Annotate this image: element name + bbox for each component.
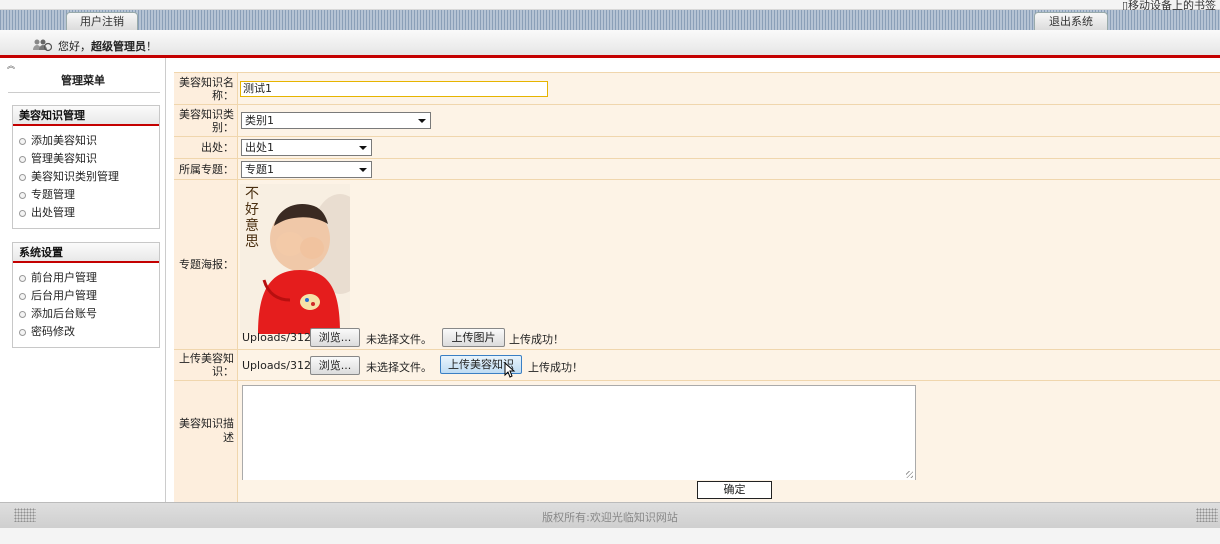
knowledge-no-file-text: 未选择文件。 <box>366 361 432 374</box>
upload-image-button[interactable]: 上传图片 <box>442 328 505 347</box>
category-select[interactable]: 类别1 <box>241 112 431 129</box>
bullet-icon <box>19 210 26 217</box>
sidebar-item-front-users[interactable]: 前台用户管理 <box>19 269 159 287</box>
bullet-icon <box>19 329 26 336</box>
poster-no-file-text: 未选择文件。 <box>366 333 432 346</box>
form-content: 美容知识名称： 测试1 美容知识类别： 类别1 出处： 出处1 所属专题： 专题… <box>174 72 1220 502</box>
submit-row: 确定 <box>174 480 1220 502</box>
topic-label: 所属专题： <box>174 159 238 179</box>
chevron-down-icon <box>359 168 367 172</box>
logout-tab[interactable]: 用户注销 <box>66 12 138 30</box>
knowledge-upload-label: 上传美容知识： <box>174 350 238 380</box>
bullet-icon <box>19 311 26 318</box>
welcome-bar: 您好，超级管理员！ <box>0 30 1220 58</box>
sidebar-item-category-manage[interactable]: 美容知识类别管理 <box>19 168 159 186</box>
name-row: 美容知识名称： 测试1 <box>174 72 1220 105</box>
top-tab-strip: 用户注销 退出系统 <box>0 10 1220 30</box>
username: 超级管理员 <box>91 40 146 53</box>
bottom-strip <box>0 528 1220 544</box>
sidebar-item-change-password[interactable]: 密码修改 <box>19 323 159 341</box>
topic-select[interactable]: 专题1 <box>241 161 372 178</box>
exit-system-tab[interactable]: 退出系统 <box>1034 12 1108 30</box>
poster-label: 专题海报： <box>174 180 238 349</box>
name-label: 美容知识名称： <box>174 73 238 104</box>
knowledge-upload-status: 上传成功！ <box>528 361 583 374</box>
topic-row: 所属专题： 专题1 <box>174 159 1220 180</box>
users-icon <box>33 39 52 52</box>
resize-grip-icon[interactable] <box>906 471 913 478</box>
chevron-down-icon <box>418 119 426 123</box>
bullet-icon <box>19 174 26 181</box>
knowledge-path-text: Uploads/3121 <box>242 359 318 372</box>
copyright-text: 版权所有:欢迎光临知识网站 <box>542 511 678 524</box>
submit-button[interactable]: 确定 <box>697 481 772 499</box>
sidebar-item-add-knowledge[interactable]: 添加美容知识 <box>19 132 159 150</box>
category-label: 美容知识类别： <box>174 105 238 136</box>
source-row: 出处： 出处1 <box>174 137 1220 159</box>
name-input[interactable]: 测试1 <box>240 81 548 97</box>
welcome-text: 您好，超级管理员！ <box>58 40 157 53</box>
poster-path-text: Uploads/3121 <box>242 331 318 344</box>
source-select[interactable]: 出处1 <box>241 139 372 156</box>
panel-title: 美容知识管理 <box>13 106 159 126</box>
knowledge-browse-button[interactable]: 浏览... <box>310 356 360 375</box>
source-label: 出处： <box>174 137 238 158</box>
grip-dots-icon <box>1196 508 1218 522</box>
knowledge-upload-row: 上传美容知识： Uploads/3121 浏览... 未选择文件。 上传美容知识… <box>174 350 1220 381</box>
bullet-icon <box>19 192 26 199</box>
sidebar-item-back-users[interactable]: 后台用户管理 <box>19 287 159 305</box>
poster-image: 不好意思 <box>240 184 350 334</box>
bullet-icon <box>19 138 26 145</box>
chevron-down-icon <box>359 146 367 150</box>
description-textarea[interactable] <box>242 385 916 481</box>
sidebar-item-manage-knowledge[interactable]: 管理美容知识 <box>19 150 159 168</box>
category-row: 美容知识类别： 类别1 <box>174 105 1220 137</box>
system-settings-panel: 系统设置 前台用户管理 后台用户管理 添加后台账号 密码修改 <box>12 242 160 348</box>
footer: 版权所有:欢迎光临知识网站 <box>0 502 1220 528</box>
poster-browse-button[interactable]: 浏览... <box>310 328 360 347</box>
bullet-icon <box>19 156 26 163</box>
collapse-icon[interactable]: ︽ <box>7 60 15 71</box>
poster-upload-status: 上传成功！ <box>509 333 564 346</box>
sidebar-item-add-admin[interactable]: 添加后台账号 <box>19 305 159 323</box>
bullet-icon <box>19 275 26 282</box>
sidebar-item-topic-manage[interactable]: 专题管理 <box>19 186 159 204</box>
sidebar-item-source-manage[interactable]: 出处管理 <box>19 204 159 222</box>
sidebar-title: 管理菜单 <box>61 74 105 87</box>
description-label: 美容知识描述 <box>174 381 238 480</box>
browser-bookmark-bar: ▯移动设备上的书签 <box>0 0 1220 12</box>
left-sidebar: ︽ 管理菜单 美容知识管理 添加美容知识 管理美容知识 美容知识类别管理 专题管… <box>0 58 166 502</box>
panel-title: 系统设置 <box>13 243 159 263</box>
sidebar-divider <box>8 92 160 93</box>
poster-row: 专题海报： 不好意思 Uploads/3121 浏览... 未选择文件。 上传图… <box>174 180 1220 350</box>
description-row: 美容知识描述 <box>174 381 1220 481</box>
beauty-knowledge-panel: 美容知识管理 添加美容知识 管理美容知识 美容知识类别管理 专题管理 出处管理 <box>12 105 160 229</box>
mouse-cursor-icon <box>504 362 516 378</box>
poster-caption: 不好意思 <box>245 186 259 250</box>
bullet-icon <box>19 293 26 300</box>
